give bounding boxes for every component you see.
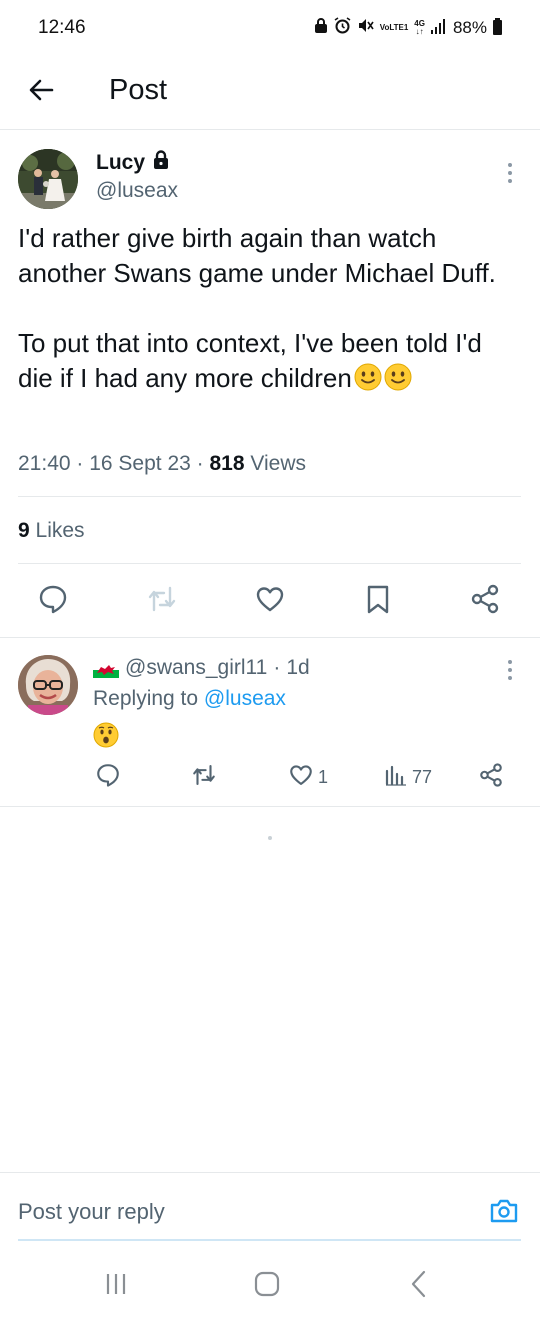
protected-lock-icon (152, 150, 170, 176)
share-action[interactable] (478, 762, 504, 793)
back-nav-icon[interactable] (404, 1268, 436, 1300)
hushed-face-icon (93, 722, 119, 748)
camera-icon[interactable] (488, 1195, 520, 1227)
lock-icon (314, 17, 328, 38)
views-count: 818 (209, 452, 245, 475)
reply-handle[interactable]: @swans_girl11 (125, 656, 267, 680)
views-action[interactable]: 77 (384, 764, 432, 790)
views-label: Views (250, 452, 307, 475)
status-time: 12:46 (38, 17, 86, 38)
more-options-icon[interactable] (500, 658, 520, 682)
recent-apps-icon[interactable] (101, 1268, 133, 1300)
repost-action[interactable] (191, 764, 217, 790)
top-app-bar: Post (0, 58, 540, 130)
signal-icon (430, 18, 447, 38)
like-icon[interactable] (254, 583, 286, 615)
share-icon[interactable] (469, 583, 501, 615)
mute-icon (357, 17, 374, 38)
loading-indicator (268, 836, 272, 840)
likes-summary[interactable]: 9 Likes (18, 519, 85, 543)
repost-icon[interactable] (191, 762, 217, 793)
avatar[interactable] (18, 149, 78, 209)
input-underline (18, 1239, 521, 1241)
reply-input[interactable] (18, 1197, 458, 1227)
reply-views-count: 77 (412, 766, 433, 787)
reply-icon[interactable] (37, 583, 69, 615)
reply-composer (0, 1172, 540, 1242)
battery-icon (493, 18, 502, 35)
more-options-icon[interactable] (500, 161, 520, 185)
like-icon[interactable] (288, 762, 314, 793)
like-action[interactable]: 1 (288, 764, 328, 790)
author-name[interactable]: Lucy (96, 150, 170, 176)
reply-post[interactable]: @swans_girl11 · 1d Replying to @luseax 1… (0, 637, 540, 807)
post-meta: 21:40 · 16 Sept 23 · 818 Views (18, 452, 307, 475)
share-icon[interactable] (478, 762, 504, 793)
divider (18, 563, 521, 564)
slightly-smiling-face-icon (354, 363, 382, 391)
alarm-icon (334, 17, 351, 38)
reply-icon[interactable] (95, 762, 121, 793)
reply-like-count: 1 (318, 766, 329, 787)
reply-header: @swans_girl11 · 1d (93, 656, 310, 680)
page-title: Post (109, 74, 168, 106)
wales-flag-icon (93, 660, 119, 678)
post-time: 21:40 (18, 452, 71, 475)
post-date: 16 Sept 23 (89, 452, 191, 475)
lte-icon: VoLTE1 (379, 22, 409, 32)
status-bar: 12:46 VoLTE1 4G ↓↑ 88% (0, 0, 540, 58)
home-icon[interactable] (251, 1268, 283, 1300)
battery-percent: 88% (452, 17, 487, 37)
replying-to-label: Replying to (93, 687, 199, 710)
avatar[interactable] (18, 655, 78, 715)
system-nav-bar (0, 1244, 540, 1320)
author-handle[interactable]: @luseax (96, 179, 178, 203)
arrow-left-icon[interactable] (26, 74, 58, 106)
divider (18, 496, 521, 497)
network-gen-icon: 4G ↓↑ (414, 18, 425, 36)
likes-count: 9 (18, 519, 30, 542)
likes-label: Likes (35, 519, 85, 542)
repost-icon[interactable] (146, 583, 178, 615)
status-icons: VoLTE1 4G ↓↑ 88% (314, 17, 502, 38)
views-icon[interactable] (384, 763, 408, 792)
replying-to: Replying to @luseax (93, 687, 286, 711)
bookmark-icon[interactable] (362, 583, 394, 615)
replying-to-handle[interactable]: @luseax (204, 687, 286, 710)
slightly-smiling-face-icon (384, 363, 412, 391)
reply-age: 1d (286, 656, 310, 679)
reply-action[interactable] (95, 762, 121, 793)
post-text: I'd rather give birth again than watch a… (18, 223, 496, 393)
